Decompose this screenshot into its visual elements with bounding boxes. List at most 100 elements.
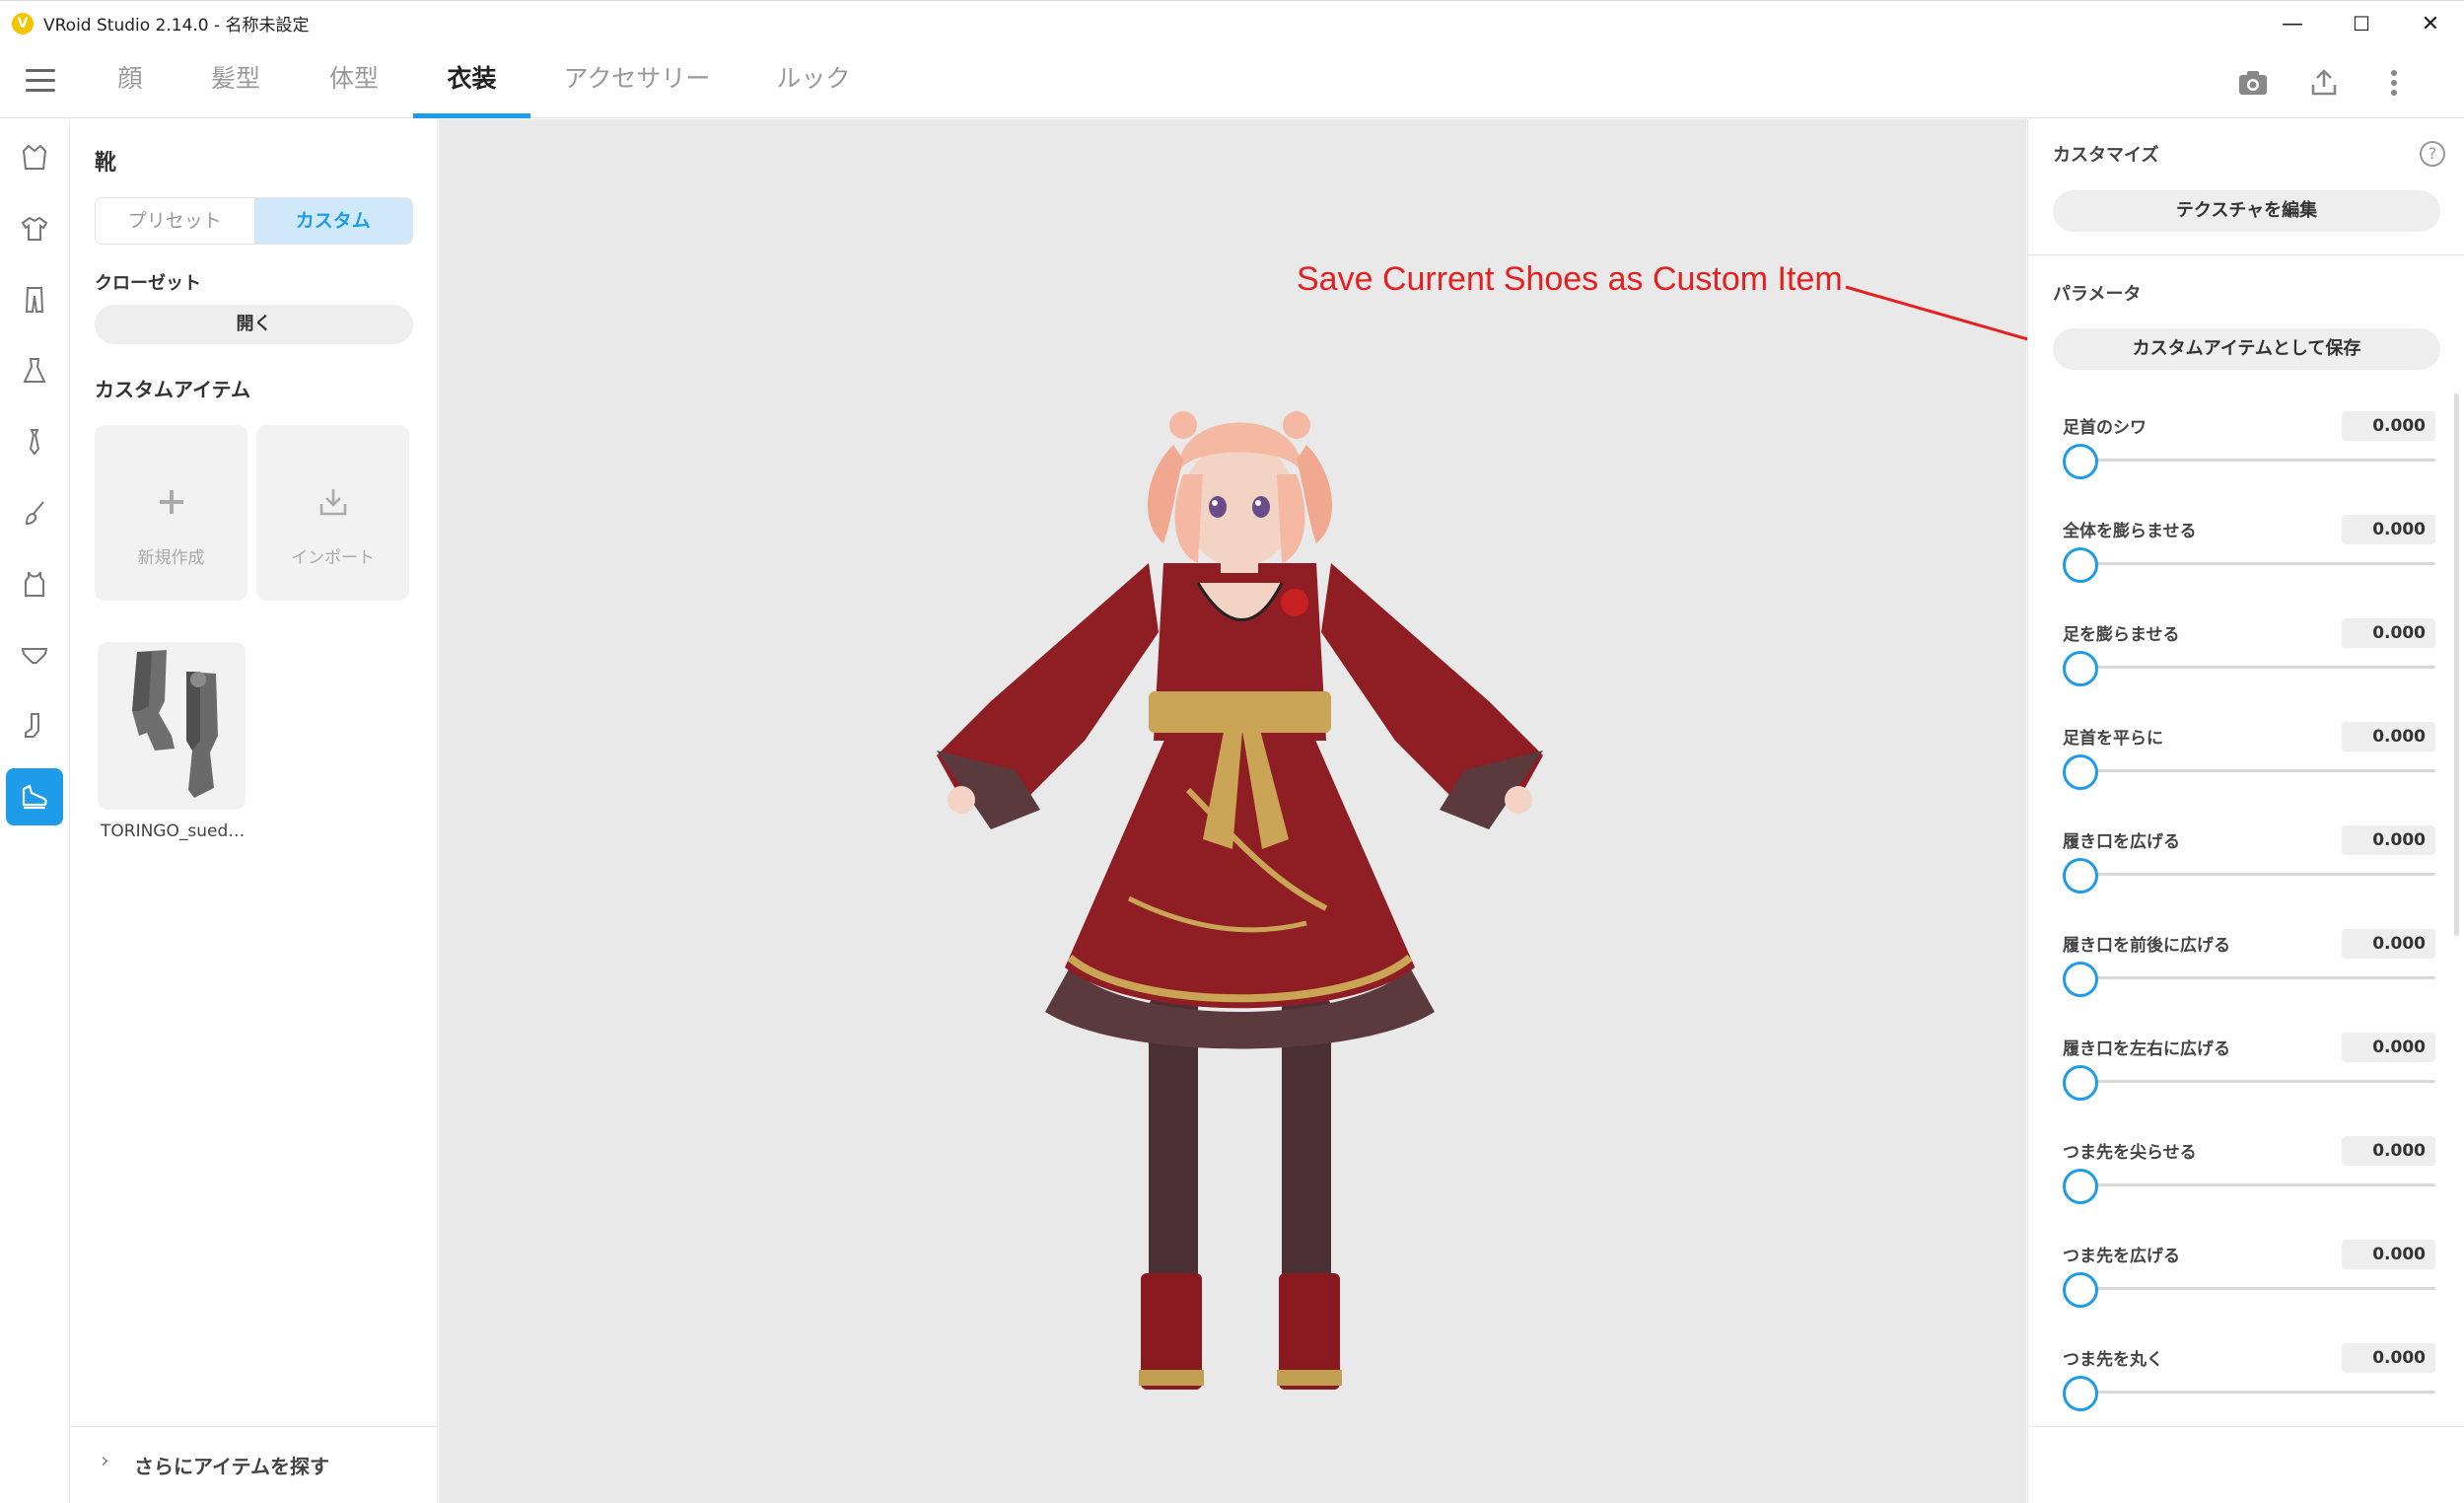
tab-accessory[interactable]: アクセサリー: [562, 45, 712, 118]
vroid-logo-icon: V: [12, 12, 34, 35]
param-label: 履き口を広げる: [2063, 832, 2180, 852]
param-label: 履き口を左右に広げる: [2063, 1039, 2230, 1059]
param-label: 足首のシワ: [2063, 418, 2147, 438]
parameters-label: パラメータ: [2053, 284, 2142, 305]
minimize-button[interactable]: —: [2258, 1, 2327, 46]
param-value-field[interactable]: 0.000: [2342, 1136, 2435, 1166]
param-value-field[interactable]: 0.000: [2342, 722, 2435, 752]
slider-knob[interactable]: [2063, 754, 2098, 790]
param-label: 全体を膨らませる: [2063, 522, 2197, 541]
edit-texture-button[interactable]: テクスチャを編集: [2053, 190, 2440, 232]
find-more-items-row[interactable]: › さらにアイテムを探す: [71, 1426, 438, 1503]
divider: [2028, 1426, 2464, 1427]
underwear-icon[interactable]: [6, 626, 63, 683]
close-button[interactable]: ✕: [2396, 1, 2464, 46]
slider-knob[interactable]: [2063, 858, 2098, 894]
param-row: 履き口を広げる 0.000: [2063, 825, 2435, 916]
shoes-icon[interactable]: [6, 768, 63, 825]
param-row: 履き口を左右に広げる 0.000: [2063, 1033, 2435, 1123]
param-label: 足を膨らませる: [2063, 625, 2180, 645]
param-value-field[interactable]: 0.000: [2342, 515, 2435, 544]
preset-custom-toggle: プリセット カスタム: [95, 197, 413, 245]
slider-track[interactable]: [2080, 459, 2435, 462]
help-icon[interactable]: ?: [2420, 141, 2445, 167]
slider-track[interactable]: [2080, 1287, 2435, 1290]
open-closet-button[interactable]: 開く: [95, 305, 413, 344]
import-label: インポート: [291, 548, 375, 568]
slider-knob[interactable]: [2063, 444, 2098, 479]
param-row: つま先を広げる 0.000: [2063, 1240, 2435, 1330]
pants-icon[interactable]: [6, 271, 63, 328]
avatar-model: [937, 411, 1543, 1390]
slider-knob[interactable]: [2063, 1169, 2098, 1204]
socks-icon[interactable]: [6, 697, 63, 754]
scrollbar[interactable]: [2454, 394, 2459, 936]
hamburger-menu-icon[interactable]: [26, 69, 55, 95]
slider-knob[interactable]: [2063, 1376, 2098, 1411]
tab-face[interactable]: 顔: [106, 45, 154, 118]
param-row: 足を膨らませる 0.000: [2063, 618, 2435, 709]
param-row: つま先を丸く 0.000: [2063, 1343, 2435, 1434]
param-value-field[interactable]: 0.000: [2342, 411, 2435, 441]
slider-track[interactable]: [2080, 1183, 2435, 1186]
dress-icon[interactable]: [6, 342, 63, 399]
new-item-label: 新規作成: [137, 548, 205, 568]
tab-look[interactable]: ルック: [774, 45, 853, 118]
param-value-field[interactable]: 0.000: [2342, 1343, 2435, 1373]
3d-viewport[interactable]: [439, 119, 2026, 1503]
tab-hairstyle[interactable]: 髪型: [205, 45, 266, 118]
param-row: 足首を平らに 0.000: [2063, 722, 2435, 813]
slider-track[interactable]: [2080, 666, 2435, 669]
slider-knob[interactable]: [2063, 1065, 2098, 1101]
slider-track[interactable]: [2080, 1080, 2435, 1083]
divider: [2028, 254, 2464, 255]
custom-tab[interactable]: カスタム: [253, 198, 412, 244]
export-icon[interactable]: [2304, 63, 2344, 103]
param-value-field[interactable]: 0.000: [2342, 929, 2435, 959]
save-as-custom-item-button[interactable]: カスタムアイテムとして保存: [2053, 328, 2440, 370]
new-item-button[interactable]: 新規作成: [95, 425, 247, 601]
param-value-field[interactable]: 0.000: [2342, 1240, 2435, 1269]
tab-body[interactable]: 体型: [320, 45, 387, 118]
camera-icon[interactable]: [2233, 63, 2273, 103]
param-row: 全体を膨らませる 0.000: [2063, 515, 2435, 606]
window-title: VRoid Studio 2.14.0 - 名称未設定: [43, 16, 310, 36]
slider-track[interactable]: [2080, 873, 2435, 876]
customize-panel: カスタマイズ ? テクスチャを編集 パラメータ カスタムアイテムとして保存 足首…: [2027, 119, 2464, 1503]
title-bar: V VRoid Studio 2.14.0 - 名称未設定 — ☐ ✕: [0, 0, 2464, 45]
slider-track[interactable]: [2080, 976, 2435, 979]
import-button[interactable]: インポート: [256, 425, 409, 601]
tank-top-icon[interactable]: [6, 555, 63, 612]
preset-tab[interactable]: プリセット: [96, 198, 254, 244]
annotation-text: Save Current Shoes as Custom Item: [1297, 260, 1843, 298]
slider-track[interactable]: [2080, 769, 2435, 772]
chevron-right-icon: ›: [101, 1449, 109, 1473]
slider-knob[interactable]: [2063, 962, 2098, 997]
param-value-field[interactable]: 0.000: [2342, 825, 2435, 855]
slider-track[interactable]: [2080, 1391, 2435, 1394]
maximize-button[interactable]: ☐: [2327, 1, 2396, 46]
slider-knob[interactable]: [2063, 1272, 2098, 1308]
custom-shoe-item[interactable]: [98, 642, 246, 810]
custom-item-name: TORINGO_sued…: [101, 822, 246, 841]
slider-knob[interactable]: [2063, 547, 2098, 583]
plus-icon: [95, 486, 247, 526]
brush-icon[interactable]: [6, 484, 63, 541]
panel-title: 靴: [95, 151, 117, 176]
param-row: つま先を尖らせる 0.000: [2063, 1136, 2435, 1227]
customize-label: カスタマイズ: [2053, 145, 2159, 166]
slider-track[interactable]: [2080, 562, 2435, 565]
boots-thumbnail-image: [132, 650, 218, 798]
tab-outfit[interactable]: 衣装: [413, 45, 530, 118]
closet-label: クローゼット: [95, 273, 201, 294]
find-more-items-label: さらにアイテムを探す: [134, 1455, 329, 1478]
param-value-field[interactable]: 0.000: [2342, 618, 2435, 648]
more-options-icon[interactable]: [2374, 63, 2414, 103]
shirt-icon[interactable]: [6, 200, 63, 257]
param-value-field[interactable]: 0.000: [2342, 1033, 2435, 1062]
param-label: 足首を平らに: [2063, 729, 2163, 749]
param-label: つま先を広げる: [2063, 1247, 2180, 1266]
tie-icon[interactable]: [6, 413, 63, 470]
outerwear-icon[interactable]: [6, 129, 63, 186]
slider-knob[interactable]: [2063, 651, 2098, 686]
